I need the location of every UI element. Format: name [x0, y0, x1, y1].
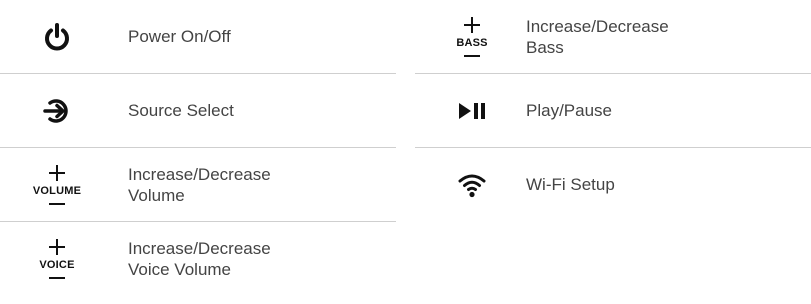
play-pause-icon — [415, 74, 529, 147]
voice-icon-text: VOICE — [39, 258, 75, 271]
legend-row-source: Source Select — [0, 74, 396, 148]
legend-row-voice: VOICE Increase/Decrease Voice Volume — [0, 222, 396, 296]
left-column: Power On/Off Source Select VOLUME Increa… — [0, 0, 396, 296]
legend-row-power: Power On/Off — [0, 0, 396, 74]
legend-label: Increase/Decrease Voice Volume — [128, 238, 271, 279]
power-icon — [0, 0, 114, 73]
bass-icon-text: BASS — [456, 36, 488, 49]
legend-label: Increase/Decrease Volume — [128, 164, 271, 205]
legend-label: Power On/Off — [128, 27, 231, 46]
controls-legend: Power On/Off Source Select VOLUME Increa… — [0, 0, 811, 304]
legend-label: Wi-Fi Setup — [526, 175, 615, 194]
right-column: BASS Increase/Decrease Bass Play/Pause W… — [415, 0, 811, 222]
legend-row-volume: VOLUME Increase/Decrease Volume — [0, 148, 396, 222]
legend-label: Source Select — [128, 101, 234, 120]
voice-plus-minus-icon: VOICE — [0, 222, 114, 295]
legend-label: Increase/Decrease Bass — [526, 16, 669, 57]
volume-plus-minus-icon: VOLUME — [0, 148, 114, 221]
wifi-icon — [415, 148, 529, 221]
source-select-icon — [0, 74, 114, 147]
legend-label: Play/Pause — [526, 101, 612, 120]
bass-plus-minus-icon: BASS — [415, 0, 529, 73]
legend-row-wifi: Wi-Fi Setup — [415, 148, 811, 222]
volume-icon-text: VOLUME — [32, 184, 82, 197]
legend-row-bass: BASS Increase/Decrease Bass — [415, 0, 811, 74]
legend-row-play-pause: Play/Pause — [415, 74, 811, 148]
